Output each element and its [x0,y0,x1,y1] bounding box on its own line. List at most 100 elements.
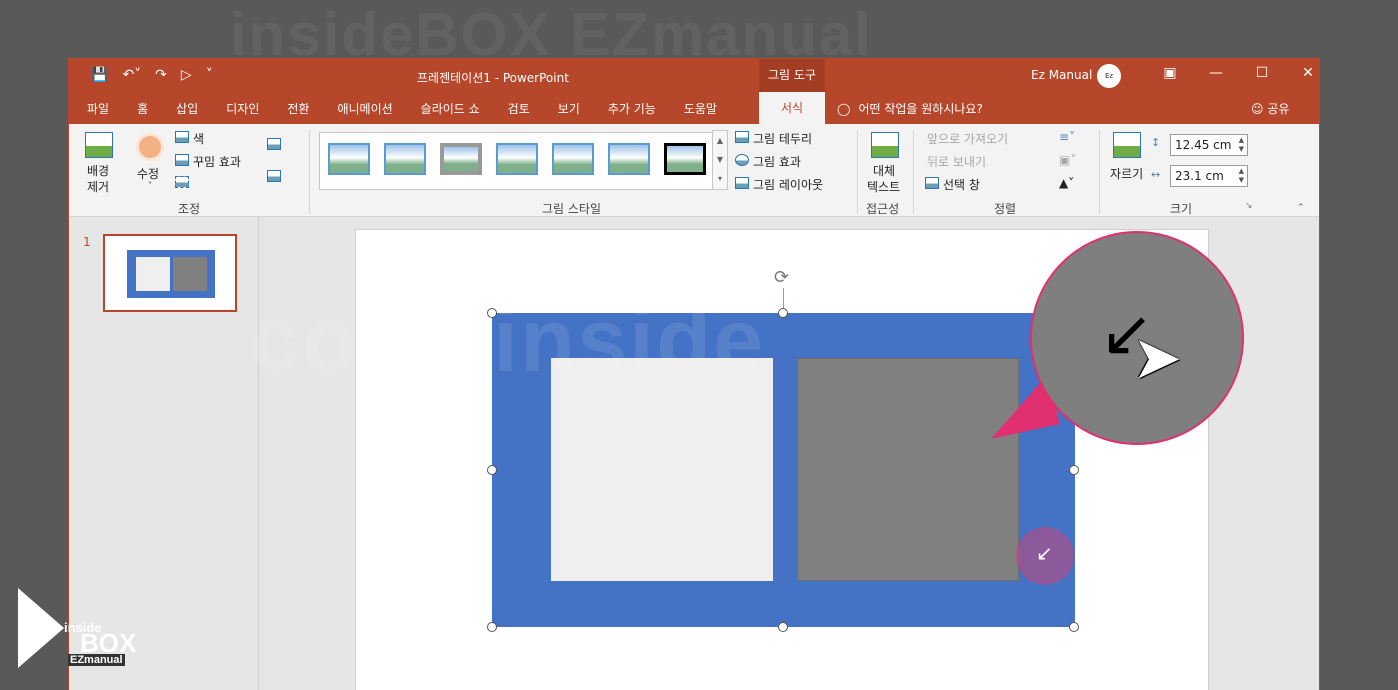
gallery-scroll[interactable]: ▲ ▼ ▾ [712,130,728,190]
tab-file[interactable]: 파일 [87,100,109,117]
picture-style-1[interactable] [328,143,370,175]
change-picture-icon[interactable] [267,138,281,150]
size-dialog-launcher-icon[interactable]: ↘ [1245,201,1253,211]
maximize-icon[interactable]: ☐ [1239,65,1285,81]
picture-tools-group-title: 그림 도구 [759,59,825,92]
lightbulb-icon: ◯ [837,102,851,116]
adjust-group-label: 조정 [178,202,201,216]
height-spinner-icon[interactable]: ▲ ▼ [1239,136,1244,154]
slide-thumbnail[interactable] [103,234,237,312]
height-input[interactable]: 12.45 cm ▲ ▼ [1170,134,1248,156]
color-button[interactable]: 색 [193,130,204,147]
tab-add-ins[interactable]: 추가 기능 [608,100,656,117]
tab-format[interactable]: 서식 [759,92,825,124]
corrections-icon[interactable] [139,136,161,158]
zoom-callout: ↙ ➤ [1030,231,1244,445]
compress-pictures-icon[interactable] [175,176,189,188]
logo-ezmanual-text: EZmanual [68,654,125,666]
tab-home[interactable]: 홈 [137,100,148,117]
alt-text-label-1[interactable]: 대체 [873,162,895,179]
undo-icon[interactable]: ↶˅ [122,67,141,83]
minimize-icon[interactable]: — [1193,65,1239,81]
start-from-beginning-icon[interactable]: ▷ [181,67,192,83]
color-icon[interactable] [175,131,189,143]
group-icon[interactable]: ▣˅ [1059,153,1076,167]
picture-layout-icon[interactable] [735,177,749,189]
resize-handle-top-left[interactable] [487,308,497,318]
picture-style-7[interactable] [664,143,706,175]
tab-view[interactable]: 보기 [558,100,580,117]
corrections-dropdown-icon[interactable]: ˅ [148,181,152,190]
bring-forward-button[interactable]: 앞으로 가져오기 [927,130,1008,147]
tab-animations[interactable]: 애니메이션 [337,100,392,117]
picture-style-3[interactable] [440,143,482,175]
crop-icon[interactable] [1113,132,1141,158]
ribbon: 배경 제거 수정 ˅ 색 꾸밈 효과 조정 ▲ ▼ ▾ 그림 테두리 그림 효과 그 [69,124,1319,217]
picture-style-5[interactable] [552,143,594,175]
ribbon-display-icon[interactable]: ▣ [1147,65,1193,81]
picture-border-icon[interactable] [735,131,749,143]
close-icon[interactable]: ✕ [1285,65,1319,81]
tab-design[interactable]: 디자인 [226,100,259,117]
tab-review[interactable]: 검토 [508,100,530,117]
resize-handle-right[interactable] [1069,465,1079,475]
resize-handle-bottom-left[interactable] [487,622,497,632]
ribbon-tab-bar: 파일 홈 삽입 디자인 전환 애니메이션 슬라이드 쇼 검토 보기 추가 기능 … [69,92,1319,124]
selection-pane-icon[interactable] [925,177,939,189]
crop-button[interactable]: 자르기 [1110,165,1143,182]
resize-handle-bottom[interactable] [778,622,788,632]
resize-handle-bottom-right[interactable] [1069,622,1079,632]
width-value: 23.1 cm [1175,169,1224,183]
picture-effects-icon[interactable] [735,154,749,166]
quick-access-toolbar: 💾 ↶˅ ↷ ▷ ˅ [91,67,213,83]
alt-text-label-2[interactable]: 텍스트 [867,178,900,195]
tab-insert[interactable]: 삽입 [176,100,198,117]
height-icon: ↕ [1151,136,1161,149]
tell-me-search[interactable]: ◯ 어떤 작업을 원하시나요? [837,100,983,117]
user-name[interactable]: Ez Manual [1031,68,1092,82]
width-input[interactable]: 23.1 cm ▲ ▼ [1170,165,1248,187]
tab-slide-show[interactable]: 슬라이드 쇼 [421,100,480,117]
collapse-ribbon-icon[interactable]: ⌃ [1297,203,1305,213]
picture-border-button[interactable]: 그림 테두리 [753,130,812,147]
reset-picture-icon[interactable] [267,170,281,182]
picture-style-4[interactable] [496,143,538,175]
alt-text-icon[interactable] [871,132,899,158]
ribbon-tabs: 파일 홈 삽입 디자인 전환 애니메이션 슬라이드 쇼 검토 보기 추가 기능 … [87,100,745,117]
artistic-effects-icon[interactable] [175,154,189,166]
picture-styles-group-label: 그림 스타일 [542,202,602,216]
picture-style-2[interactable] [384,143,426,175]
redo-icon[interactable]: ↷ [155,67,167,83]
remove-background-label-2[interactable]: 제거 [87,178,109,195]
tab-help[interactable]: 도움말 [684,100,717,117]
picture-effects-button[interactable]: 그림 효과 [753,153,801,170]
slide-number: 1 [83,235,91,249]
artistic-effects-button[interactable]: 꾸밈 효과 [193,153,241,170]
crop-cursor-highlight: ↙ [1016,527,1074,585]
avatar[interactable]: Ez Manual [1097,64,1122,104]
save-icon[interactable]: 💾 [91,67,108,83]
remove-background-icon[interactable] [85,132,113,158]
group-divider [913,130,914,214]
selection-pane-button[interactable]: 선택 창 [943,176,980,193]
picture-layout-button[interactable]: 그림 레이아웃 [753,176,823,193]
corrections-button[interactable]: 수정 [137,165,159,182]
send-backward-button[interactable]: 뒤로 보내기 [927,153,986,170]
tell-me-text: 어떤 작업을 원하시나요? [858,102,983,116]
group-divider [309,130,310,214]
align-icon[interactable]: ≡˅ [1059,130,1075,144]
tab-transitions[interactable]: 전환 [287,100,309,117]
remove-background-label-1[interactable]: 배경 [87,162,109,179]
rotate-handle-line [783,288,784,310]
rotate-handle-icon[interactable]: ⟳ [774,267,789,288]
rotate-icon[interactable]: ▲˅ [1059,176,1074,190]
window-controls: ▣ — ☐ ✕ [1147,65,1319,81]
selected-picture[interactable]: ↙ [492,313,1075,627]
picture-style-6[interactable] [608,143,650,175]
resize-handle-top[interactable] [778,308,788,318]
share-button[interactable]: ☺ 공유 [1251,100,1289,117]
size-group-label: 크기 [1170,202,1193,216]
customize-qat-icon[interactable]: ˅ [206,67,213,83]
resize-handle-left[interactable] [487,465,497,475]
width-spinner-icon[interactable]: ▲ ▼ [1239,167,1244,185]
